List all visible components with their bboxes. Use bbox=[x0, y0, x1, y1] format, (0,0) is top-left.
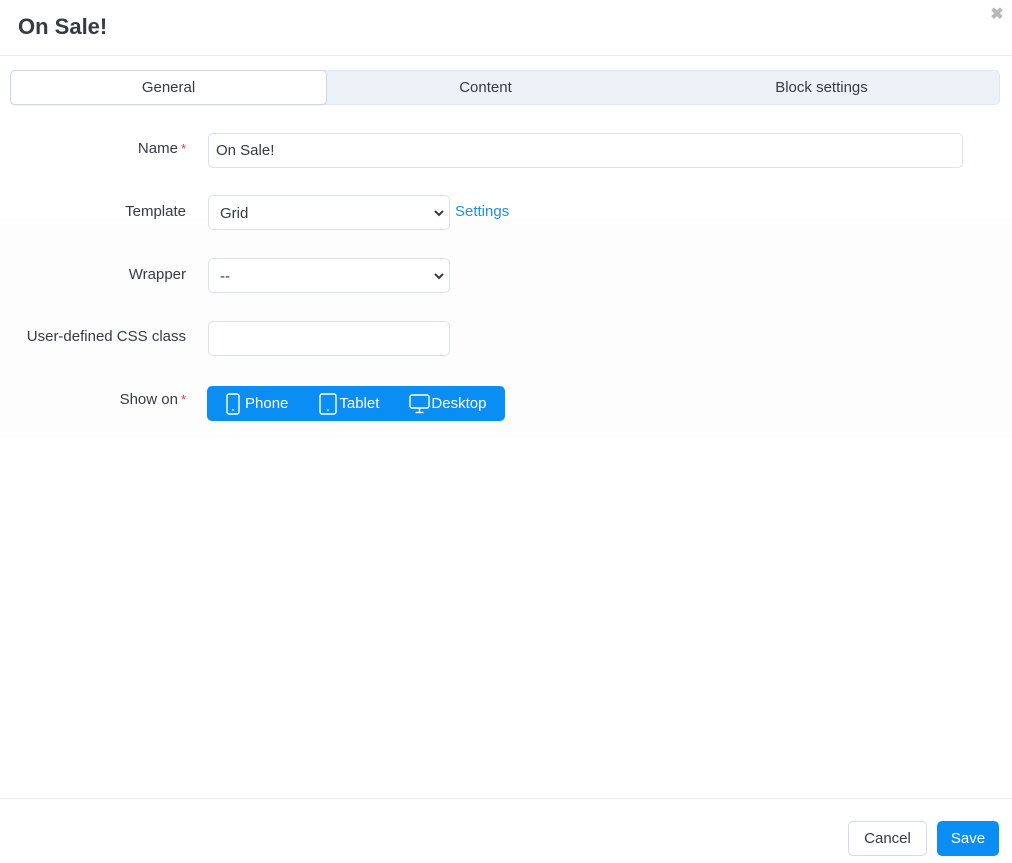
show-on-label-text: Show on bbox=[119, 391, 178, 408]
template-select[interactable]: Grid bbox=[208, 195, 450, 230]
required-mark: * bbox=[180, 141, 186, 156]
wrapper-selected: -- bbox=[220, 268, 230, 285]
template-settings-link[interactable]: Settings bbox=[455, 203, 509, 220]
phone-icon bbox=[226, 392, 240, 415]
chevron-down-icon bbox=[434, 210, 444, 217]
tab-block-settings[interactable]: Block settings bbox=[644, 71, 999, 104]
chevron-down-icon bbox=[434, 273, 444, 280]
desktop-label: Desktop bbox=[431, 395, 487, 412]
required-mark: * bbox=[180, 392, 186, 407]
dialog-title: On Sale! bbox=[18, 14, 108, 39]
name-label-text: Name bbox=[137, 140, 178, 157]
dialog-header: On Sale! ✖ bbox=[0, 0, 1012, 56]
css-class-input[interactable] bbox=[208, 321, 450, 356]
wrapper-label: Wrapper bbox=[128, 266, 186, 283]
name-label: Name * bbox=[138, 140, 186, 157]
cancel-button[interactable]: Cancel bbox=[848, 821, 927, 856]
close-icon[interactable]: ✖ bbox=[990, 6, 1004, 24]
tablet-label: Tablet bbox=[339, 395, 380, 412]
template-selected: Grid bbox=[220, 205, 249, 222]
phone-label: Phone bbox=[245, 395, 289, 412]
template-label: Template bbox=[125, 203, 186, 220]
show-on-button-group: Phone Tablet Desktop bbox=[207, 386, 505, 421]
name-input[interactable] bbox=[208, 133, 963, 168]
tablet-icon bbox=[319, 392, 338, 415]
show-on-label: Show on * bbox=[120, 391, 186, 408]
show-on-phone-button[interactable]: Phone bbox=[226, 386, 288, 421]
show-on-desktop-button[interactable]: Desktop bbox=[409, 386, 486, 421]
desktop-icon bbox=[409, 393, 431, 413]
tab-content[interactable]: Content bbox=[327, 71, 644, 104]
wrapper-select[interactable]: -- bbox=[208, 258, 450, 293]
dialog-footer: Cancel Save bbox=[0, 798, 1012, 863]
show-on-tablet-button[interactable]: Tablet bbox=[319, 386, 379, 421]
save-button[interactable]: Save bbox=[937, 821, 999, 856]
tab-bar: General Content Block settings bbox=[10, 70, 1000, 105]
css-class-label: User-defined CSS class bbox=[26, 328, 186, 345]
tab-general[interactable]: General bbox=[10, 70, 327, 105]
